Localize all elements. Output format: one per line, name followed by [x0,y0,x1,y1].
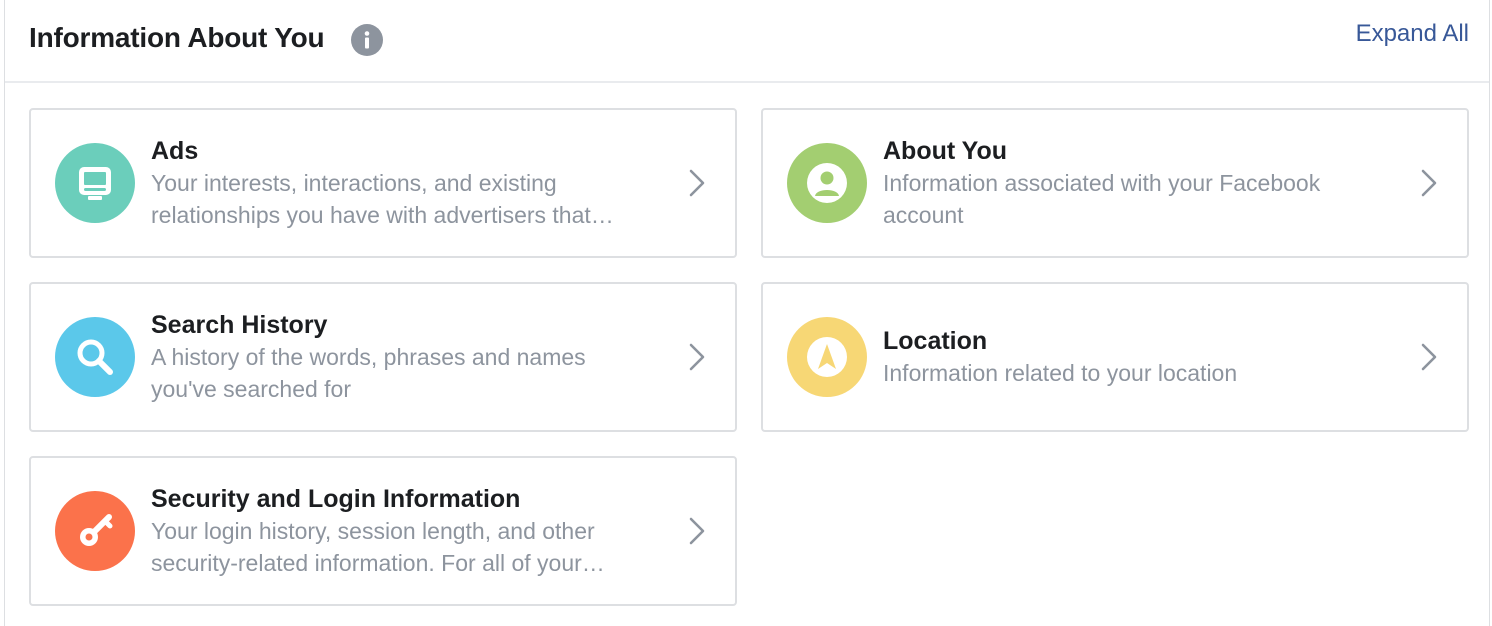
card-title: Security and Login Information [151,485,521,513]
chevron-right-icon [1421,343,1437,371]
chevron-right-icon [1421,169,1437,197]
panel-header: Information About You Expand All [5,0,1489,83]
card-title: About You [883,137,1008,165]
location-icon [787,317,867,397]
card-title: Search History [151,311,328,339]
card-text: Security and Login Information Your logi… [151,483,655,579]
page-title: Information About You [29,22,325,53]
info-about-you-panel: Information About You Expand All Ads You… [4,0,1490,626]
card-title: Location [883,327,988,355]
card-ads[interactable]: Ads Your interests, interactions, and ex… [29,108,737,258]
search-icon [55,317,135,397]
ads-icon [55,143,135,223]
card-search-history[interactable]: Search History A history of the words, p… [29,282,737,432]
card-title: Ads [151,137,199,165]
card-text: Location Information related to your loc… [883,325,1387,389]
card-text: Ads Your interests, interactions, and ex… [151,135,655,231]
card-description: Information related to your location [883,360,1238,386]
person-icon [787,143,867,223]
chevron-right-icon [689,517,705,545]
card-description: Your login history, session length, and … [151,518,605,576]
card-description: Your interests, interactions, and existi… [151,170,614,228]
card-text: Search History A history of the words, p… [151,309,655,405]
card-security-login[interactable]: Security and Login Information Your logi… [29,456,737,606]
card-description: Information associated with your Faceboo… [883,170,1321,228]
key-icon [55,491,135,571]
chevron-right-icon [689,343,705,371]
card-about-you[interactable]: About You Information associated with yo… [761,108,1469,258]
chevron-right-icon [689,169,705,197]
expand-all-link[interactable]: Expand All [1356,20,1469,48]
info-icon[interactable] [351,24,383,56]
card-text: About You Information associated with yo… [883,135,1387,231]
card-description: A history of the words, phrases and name… [151,344,586,402]
card-location[interactable]: Location Information related to your loc… [761,282,1469,432]
